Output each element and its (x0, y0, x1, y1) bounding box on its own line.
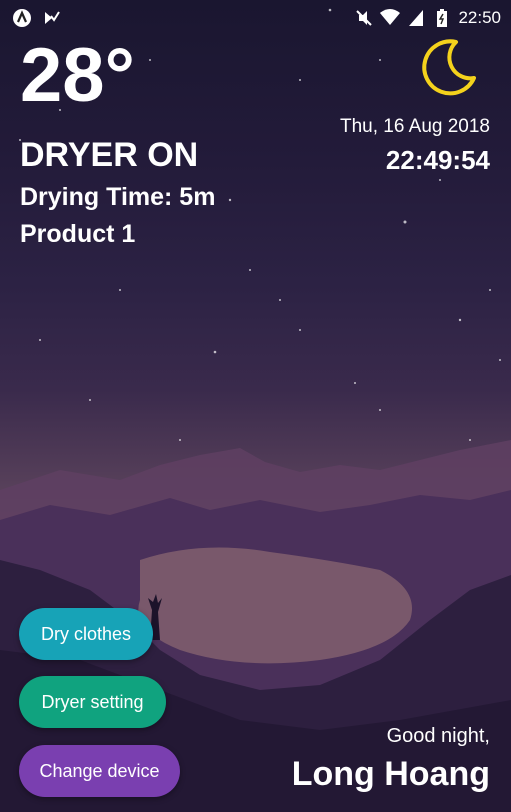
temperature-value: 28° (20, 33, 135, 118)
product-label: Product 1 (20, 220, 136, 248)
greeting-text: Good night, (386, 725, 490, 747)
clock-label: 22:49:54 (385, 145, 490, 175)
wifi-icon (380, 8, 401, 28)
app-a-icon (12, 8, 32, 28)
date-label: Thu, 16 Aug 2018 (339, 116, 490, 137)
dry-clothes-button[interactable]: Dry clothes (19, 608, 153, 660)
moon-icon (422, 39, 476, 96)
status-time: 22:50 (458, 8, 501, 27)
mute-icon (354, 8, 374, 28)
dryer-setting-button[interactable]: Dryer setting (19, 676, 166, 728)
app-screen: 22:50 28° DRYER ON Drying Time: 5m Produ… (0, 0, 511, 812)
drying-time: Drying Time: 5m (20, 183, 216, 211)
change-device-button[interactable]: Change device (19, 745, 180, 797)
user-name: Long Hoang (291, 755, 490, 793)
status-bar: 22:50 (0, 0, 511, 36)
check-badge-icon (42, 8, 62, 28)
dryer-status: DRYER ON (20, 136, 199, 174)
battery-icon (432, 8, 452, 28)
signal-icon (406, 8, 426, 28)
